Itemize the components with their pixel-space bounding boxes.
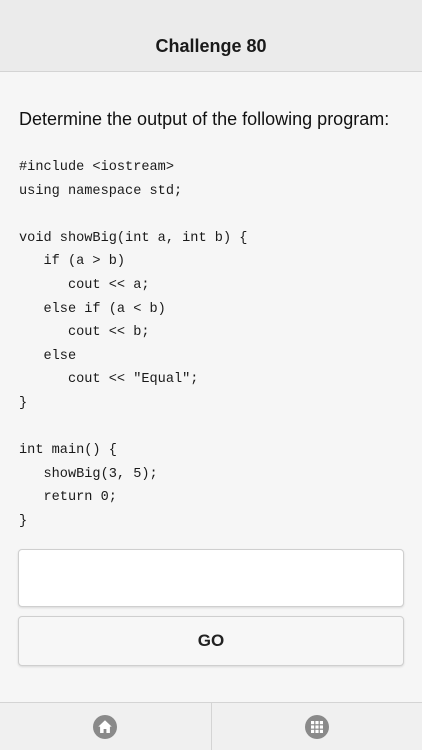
code-line: }: [19, 395, 28, 411]
code-block: #include <iostream> using namespace std;…: [19, 156, 247, 534]
code-line: cout << b;: [19, 325, 150, 341]
tab-bar: [0, 702, 422, 750]
code-line: cout << a;: [19, 277, 150, 293]
nav-bar: Challenge 80: [0, 0, 422, 72]
code-line: else: [19, 348, 77, 364]
code-line: if (a > b): [19, 254, 126, 270]
code-line: using namespace std;: [19, 183, 183, 199]
code-line: }: [19, 513, 28, 529]
tab-home[interactable]: [0, 703, 211, 750]
go-button[interactable]: GO: [18, 616, 404, 666]
code-line: #include <iostream>: [19, 160, 174, 175]
grid-icon: [304, 714, 329, 739]
page-title: Challenge 80: [155, 36, 267, 56]
question-prompt: Determine the output of the following pr…: [19, 109, 390, 129]
code-line: return 0;: [19, 490, 117, 506]
answer-input[interactable]: [18, 549, 404, 607]
home-icon: [93, 714, 118, 739]
code-line: cout << "Equal";: [19, 372, 199, 388]
code-line: showBig(3, 5);: [19, 466, 158, 482]
tab-grid[interactable]: [210, 703, 422, 750]
code-line: else if (a < b): [19, 301, 166, 317]
code-line: void showBig(int a, int b) {: [19, 230, 248, 246]
code-line: int main() {: [19, 443, 117, 459]
